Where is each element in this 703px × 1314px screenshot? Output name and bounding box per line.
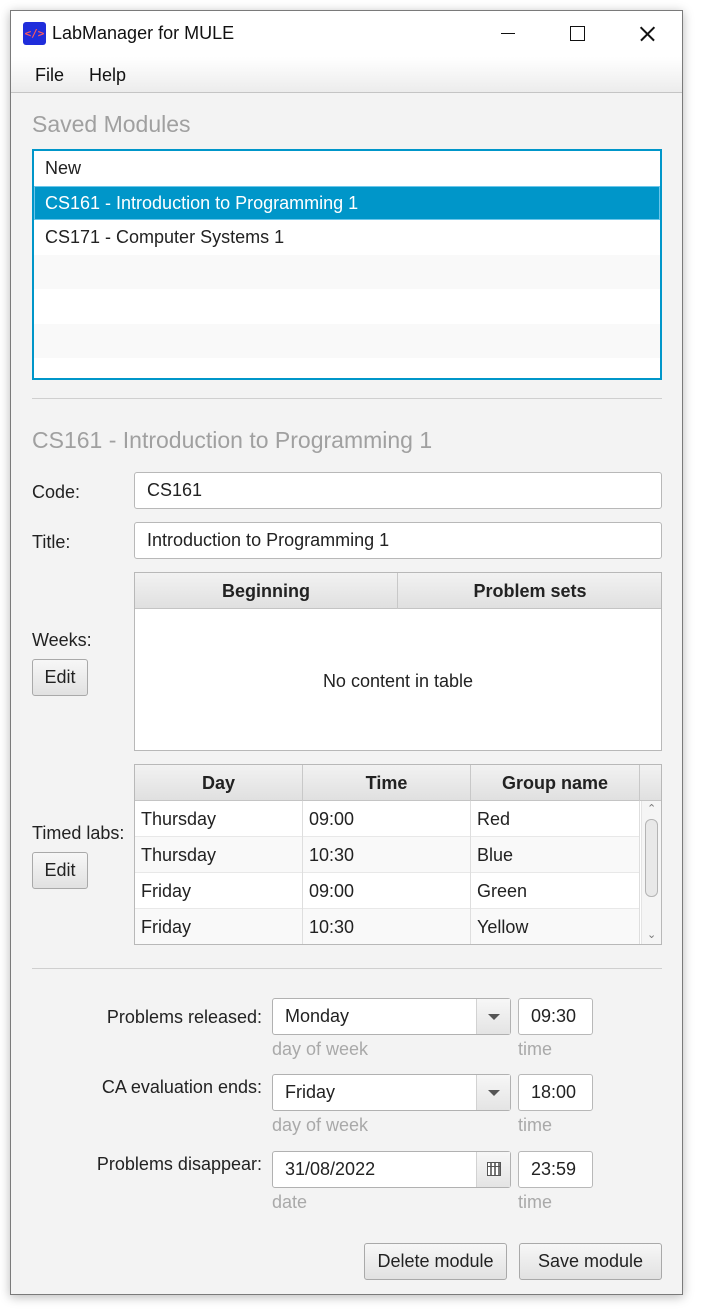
weeks-edit-button[interactable]: Edit [32, 659, 88, 696]
cell-day: Friday [135, 873, 303, 909]
weeks-table-header: Beginning Problem sets [135, 573, 661, 609]
window-title: LabManager for MULE [52, 23, 235, 43]
scroll-down-icon[interactable]: ⌄ [647, 930, 656, 941]
empty-list-row [34, 323, 660, 358]
module-heading: CS161 - Introduction to Programming 1 [32, 427, 433, 453]
problems-released-label: Problems released: [106, 1007, 262, 1027]
menu-bar: File Help [11, 57, 682, 93]
maximize-icon[interactable] [542, 11, 612, 57]
list-item-label: CS171 - Computer Systems 1 [45, 227, 285, 247]
chevron-down-icon [488, 1014, 500, 1020]
cell-day: Friday [135, 909, 303, 944]
title-bar[interactable]: </> LabManager for MULE [11, 11, 682, 57]
empty-list-row [34, 358, 660, 378]
date-value: 31/08/2022 [285, 1159, 376, 1179]
cell-time: 10:30 [303, 837, 471, 873]
menu-help[interactable]: Help [89, 65, 126, 86]
menu-file[interactable]: File [35, 65, 64, 86]
saved-modules-list[interactable]: New CS161 - Introduction to Programming … [32, 149, 662, 380]
empty-list-row [34, 289, 660, 324]
select-value: Monday [285, 1006, 350, 1026]
dropdown-button[interactable] [476, 1075, 510, 1110]
calendar-button[interactable] [476, 1152, 510, 1187]
table-row[interactable]: Thursday 10:30 Blue [135, 837, 640, 873]
app-logo-icon: </> [23, 22, 46, 45]
calendar-icon [487, 1162, 501, 1176]
minimize-icon[interactable] [473, 11, 543, 57]
chevron-down-icon [488, 1090, 500, 1096]
list-item-label: CS161 - Introduction to Programming 1 [45, 192, 359, 213]
cell-group-name: Yellow [471, 909, 640, 944]
cell-group-name: Blue [471, 837, 640, 873]
ca-evaluation-ends-label: CA evaluation ends: [101, 1077, 262, 1097]
weeks-label: Weeks: [32, 630, 92, 650]
column-header-beginning[interactable]: Beginning [135, 573, 398, 609]
empty-list-row [34, 254, 660, 289]
scrollbar-thumb[interactable] [645, 819, 658, 897]
date-hint: date [272, 1192, 308, 1212]
dropdown-button[interactable] [476, 999, 510, 1034]
time-hint: time [518, 1192, 553, 1212]
app-window: </> LabManager for MULE File Help Saved … [10, 10, 683, 1295]
table-row[interactable]: Thursday 09:00 Red [135, 801, 640, 837]
timed-labs-table[interactable]: Day Time Group name Thursday 09:00 Red T… [134, 764, 662, 945]
column-header-problem-sets[interactable]: Problem sets [398, 573, 661, 609]
title-field[interactable]: Introduction to Programming 1 [134, 522, 662, 559]
cell-group-name: Red [471, 801, 640, 837]
day-of-week-hint: day of week [272, 1039, 369, 1059]
saved-modules-heading: Saved Modules [32, 111, 191, 137]
problems-released-time-field[interactable]: 09:30 [518, 998, 593, 1035]
problems-disappear-time-field[interactable]: 23:59 [518, 1151, 593, 1188]
timed-labs-table-header: Day Time Group name [135, 765, 661, 801]
cell-time: 10:30 [303, 909, 471, 944]
problems-released-day-select[interactable]: Monday [272, 998, 511, 1035]
list-item[interactable]: New [34, 151, 660, 186]
list-item-selected[interactable]: CS161 - Introduction to Programming 1 [34, 185, 660, 220]
cell-day: Thursday [135, 837, 303, 873]
table-row[interactable]: Friday 10:30 Yellow [135, 909, 640, 944]
cell-time: 09:00 [303, 801, 471, 837]
table-row[interactable]: Friday 09:00 Green [135, 873, 640, 909]
code-field[interactable]: CS161 [134, 472, 662, 509]
ca-evaluation-ends-day-select[interactable]: Friday [272, 1074, 511, 1111]
divider [32, 968, 662, 969]
problems-disappear-date-picker[interactable]: 31/08/2022 [272, 1151, 511, 1188]
timed-labs-label: Timed labs: [32, 823, 125, 843]
problems-disappear-label: Problems disappear: [96, 1154, 262, 1174]
save-module-button[interactable]: Save module [519, 1243, 662, 1280]
code-label: Code: [32, 482, 81, 502]
list-item-label: New [45, 158, 82, 178]
scroll-up-icon[interactable]: ⌃ [647, 804, 656, 815]
divider [32, 398, 662, 399]
day-of-week-hint: day of week [272, 1115, 369, 1135]
column-header-time[interactable]: Time [303, 765, 471, 801]
empty-table-message: No content in table [322, 671, 474, 691]
cell-day: Thursday [135, 801, 303, 837]
title-label: Title: [32, 532, 71, 552]
ca-evaluation-ends-time-field[interactable]: 18:00 [518, 1074, 593, 1111]
cell-time: 09:00 [303, 873, 471, 909]
time-hint: time [518, 1115, 553, 1135]
list-item[interactable]: CS171 - Computer Systems 1 [34, 220, 660, 255]
select-value: Friday [285, 1082, 336, 1102]
timed-labs-edit-button[interactable]: Edit [32, 852, 88, 889]
column-header-day[interactable]: Day [135, 765, 303, 801]
vertical-scrollbar[interactable]: ⌃ ⌄ [641, 801, 661, 944]
time-hint: time [518, 1039, 553, 1059]
close-icon[interactable] [612, 11, 682, 57]
cell-group-name: Green [471, 873, 640, 909]
weeks-table[interactable]: Beginning Problem sets No content in tab… [134, 572, 662, 751]
delete-module-button[interactable]: Delete module [364, 1243, 507, 1280]
column-header-group-name[interactable]: Group name [471, 765, 640, 801]
